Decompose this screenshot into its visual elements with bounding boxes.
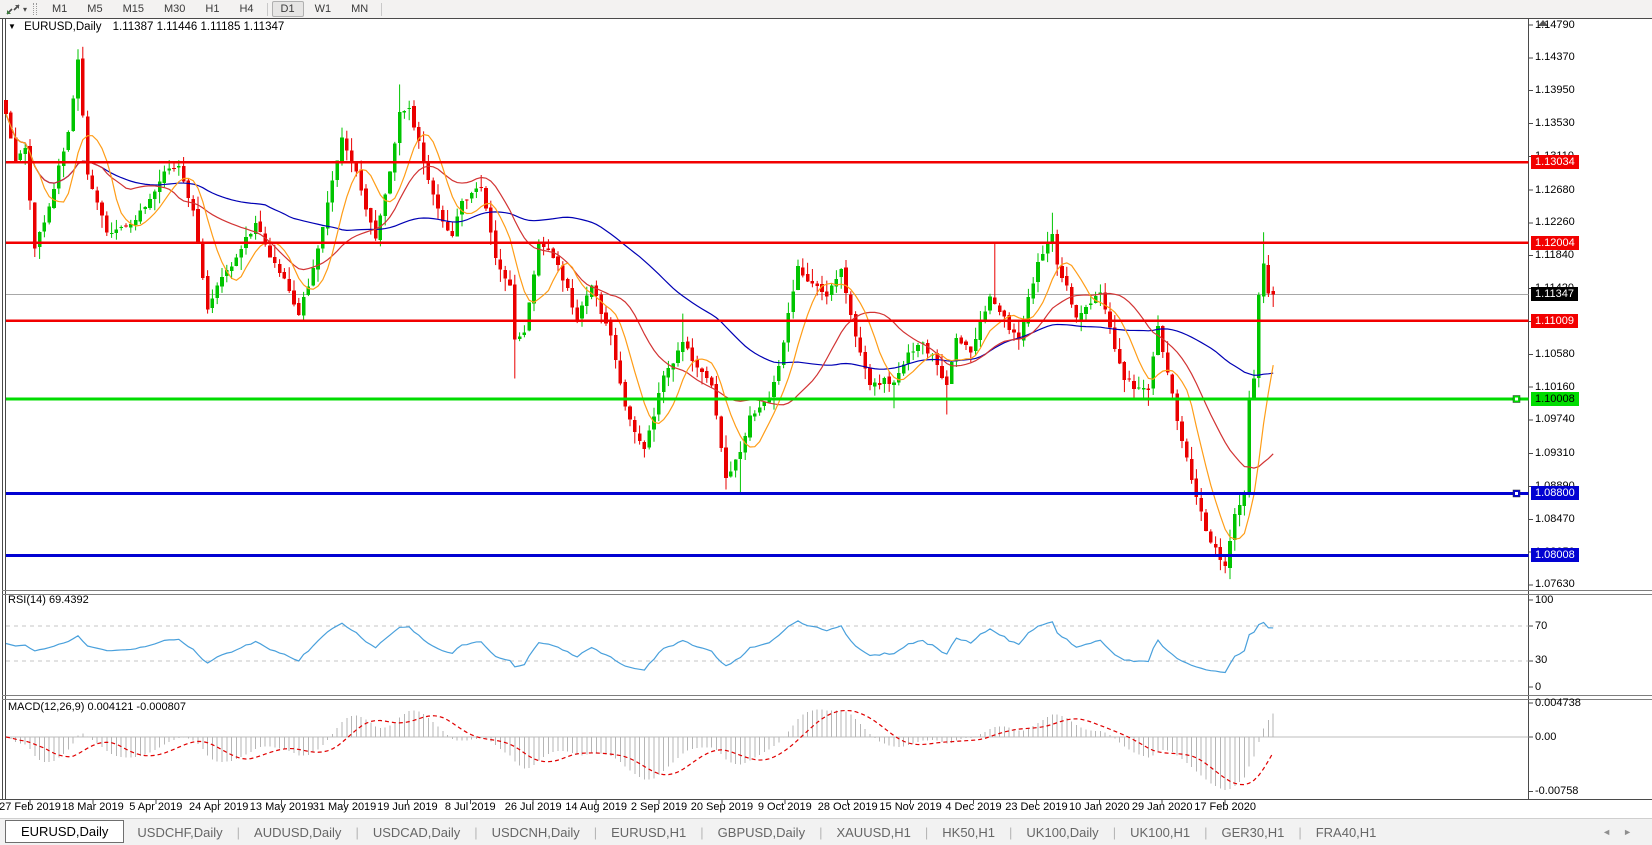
price-axis-label: 1.13530: [1535, 117, 1575, 130]
date-axis-label: 13 May 2019: [249, 801, 314, 813]
price-axis-label: 1.13950: [1535, 84, 1575, 97]
timeframe-toolbar: ▾ M1 M5 M15 M30 H1 H4 D1 W1 MN: [0, 0, 1652, 18]
date-axis-label: 9 Oct 2019: [757, 801, 812, 813]
toolbar-grip[interactable]: [33, 3, 38, 15]
chart-tab-usdcnh-daily[interactable]: USDCNH,Daily: [479, 822, 593, 843]
macd-axis-label: -0.00758: [1535, 784, 1579, 797]
price-axis-label: 1.12260: [1535, 216, 1575, 229]
timeframe-button-d1[interactable]: D1: [271, 1, 304, 17]
chart-tab-xauusd-h1[interactable]: XAUUSD,H1: [823, 822, 923, 843]
timeframe-button-w1[interactable]: W1: [306, 1, 341, 17]
date-axis-label: 2 Sep 2019: [630, 801, 688, 813]
timeframe-button-m1[interactable]: M1: [43, 1, 76, 17]
macd-axis-label: 0.004738: [1535, 696, 1581, 709]
macd-histogram: [10, 709, 1274, 791]
hline-price-label: 1.11009: [1531, 313, 1578, 328]
price-axis-label: 1.08470: [1535, 512, 1575, 525]
date-axis-label: 20 Sep 2019: [690, 801, 754, 813]
macd-axis-label: 0.00: [1535, 730, 1557, 743]
timeframe-button-m30[interactable]: M30: [155, 1, 194, 17]
rsi-axis-label: 70: [1535, 619, 1548, 632]
date-axis-label: 17 Feb 2020: [1194, 801, 1256, 813]
price-axis-label: 1.09310: [1535, 447, 1575, 460]
chart-title: ▼ EURUSD,Daily 1.11387 1.11446 1.11185 1…: [8, 21, 284, 33]
chevron-down-icon[interactable]: ▾: [23, 5, 27, 14]
date-axis-label: 31 May 2019: [312, 801, 377, 813]
rsi-label: RSI(14) 69.4392: [8, 594, 89, 606]
toolbar-separator: [381, 2, 383, 16]
chart-tab-ger30-h1[interactable]: GER30,H1: [1208, 822, 1297, 843]
price-axis-label: 1.12680: [1535, 183, 1575, 196]
chart-tab-audusd-daily[interactable]: AUDUSD,Daily: [241, 822, 354, 843]
date-axis-label: 5 Apr 2019: [129, 801, 183, 813]
price-axis-label: 1.11840: [1535, 249, 1574, 262]
current-price-label: 1.11347: [1531, 287, 1578, 302]
date-axis-label: 18 Mar 2019: [62, 801, 124, 813]
hline-price-label: 1.13034: [1531, 155, 1579, 170]
date-axis-label: 27 Feb 2019: [0, 801, 61, 813]
timeframe-button-h4[interactable]: H4: [230, 1, 262, 17]
date-axis-label: 28 Oct 2019: [817, 801, 878, 813]
ma-slow-line: [5, 113, 1274, 376]
chart-tab-uk100-daily[interactable]: UK100,Daily: [1013, 822, 1111, 843]
price-axis-label: 1.07630: [1535, 578, 1575, 591]
chart-tab-usdcad-daily[interactable]: USDCAD,Daily: [360, 822, 473, 843]
hline-price-label: 1.12004: [1531, 235, 1579, 250]
date-axis-label: 15 Nov 2019: [879, 801, 942, 813]
date-axis-label: 24 Apr 2019: [189, 801, 249, 813]
timeframe-button-m5[interactable]: M5: [78, 1, 111, 17]
date-axis-label: 4 Dec 2019: [945, 801, 1002, 813]
rsi-axis-label: 0: [1535, 680, 1542, 693]
price-axis-label: 1.14790: [1535, 18, 1575, 31]
date-axis-label: 29 Jan 2020: [1131, 801, 1193, 813]
chart-tab-usdchf-daily[interactable]: USDCHF,Daily: [124, 822, 235, 843]
rsi-axis-label: 100: [1535, 593, 1554, 606]
date-axis-label: 26 Jul 2019: [504, 801, 562, 813]
ma-mid-line: [5, 113, 1274, 469]
chart-tab-eurusd-daily[interactable]: EURUSD,Daily: [5, 820, 125, 843]
chart-title-ohlc: 1.11387 1.11446 1.11185 1.11347: [112, 21, 285, 33]
hline-price-label: 1.08800: [1531, 486, 1579, 501]
candlesticks: [4, 46, 1275, 580]
chart-title-symbol: EURUSD,Daily: [24, 21, 102, 33]
chart-canvas[interactable]: [0, 18, 1652, 818]
toolbar-separator: [266, 2, 268, 16]
chart-tab-bar: EURUSD,Daily USDCHF,Daily | AUDUSD,Daily | US…: [0, 818, 1652, 845]
macd-label: MACD(12,26,9) 0.004121 -0.000807: [8, 701, 186, 713]
chart-frame: [0, 18, 1652, 804]
price-axis-label: 1.10580: [1535, 347, 1575, 360]
tab-scroll-right-icon[interactable]: ►: [1623, 827, 1644, 837]
date-axis-label: 19 Jun 2019: [377, 801, 438, 813]
date-axis-label: 23 Dec 2019: [1005, 801, 1068, 813]
chart-tab-uk100-h1[interactable]: UK100,H1: [1117, 822, 1203, 843]
horizontal-line-1.10008[interactable]: [6, 395, 1529, 403]
price-axis-label: 1.14370: [1535, 51, 1575, 64]
timeframe-button-mn[interactable]: MN: [342, 1, 377, 17]
chart-title-collapse-icon[interactable]: ▼: [8, 22, 16, 31]
tab-scroll-left-icon[interactable]: ◄: [1602, 827, 1623, 837]
chart-tab-fra40-h1[interactable]: FRA40,H1: [1303, 822, 1390, 843]
date-axis-label: 14 Aug 2019: [565, 801, 627, 813]
date-axis-label: 10 Jan 2020: [1069, 801, 1130, 813]
chart-arrows-icon[interactable]: [5, 3, 21, 16]
horizontal-line-1.08800[interactable]: [6, 489, 1529, 498]
timeframe-button-m15[interactable]: M15: [114, 1, 153, 17]
chart-tab-eurusd-h1[interactable]: EURUSD,H1: [598, 822, 699, 843]
hline-price-label: 1.10008: [1531, 392, 1579, 406]
price-axis-label: 1.09740: [1535, 413, 1575, 426]
timeframe-button-h1[interactable]: H1: [196, 1, 228, 17]
hline-price-label: 1.08008: [1531, 548, 1579, 563]
chart-tab-hk50-h1[interactable]: HK50,H1: [929, 822, 1008, 843]
trading-terminal-window: ▾ M1 M5 M15 M30 H1 H4 D1 W1 MN ▼ EURUSD,Daily 1…: [0, 0, 1652, 845]
rsi-line: [5, 620, 1274, 674]
chart-tab-gbpusd-daily[interactable]: GBPUSD,Daily: [705, 822, 818, 843]
rsi-axis-label: 30: [1535, 654, 1548, 667]
date-axis-label: 8 Jul 2019: [444, 801, 496, 813]
